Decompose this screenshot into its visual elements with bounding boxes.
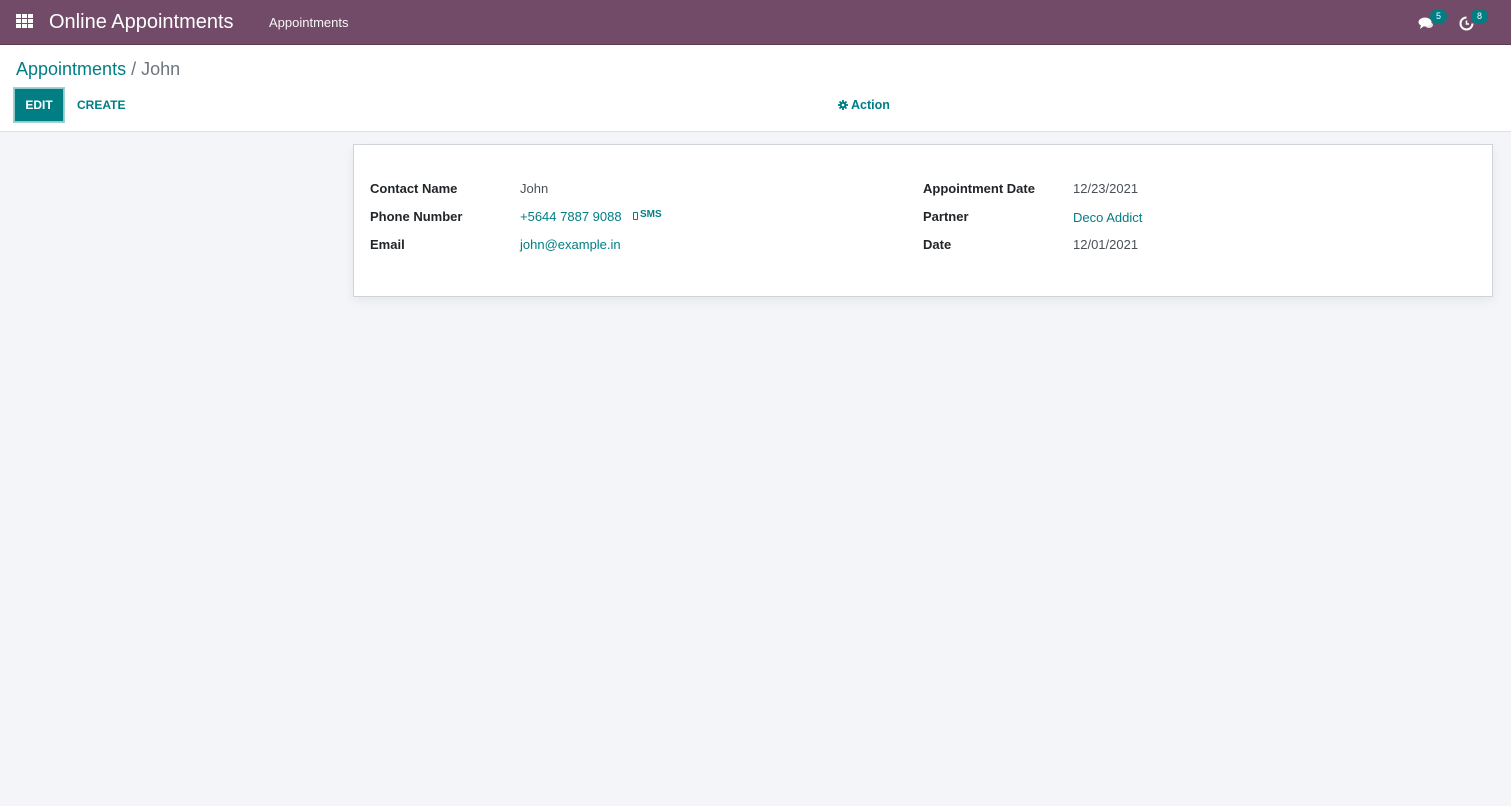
breadcrumb-separator: / — [131, 59, 137, 79]
sms-label: SMS — [640, 209, 662, 220]
email-link[interactable]: john@example.in — [520, 237, 621, 253]
apps-menu-icon[interactable] — [16, 14, 33, 29]
phone-number-link[interactable]: +5644 7887 9088 — [520, 209, 622, 225]
breadcrumb-current: John — [141, 59, 181, 79]
activities-button[interactable]: 8 — [1457, 9, 1488, 36]
app-title[interactable]: Online Appointments — [49, 10, 234, 34]
mobile-phone-icon — [633, 211, 638, 220]
contact-name-label: Contact Name — [370, 181, 458, 196]
edit-button[interactable]: EDIT — [14, 88, 64, 122]
action-dropdown-button[interactable]: Action — [838, 98, 890, 112]
messages-button[interactable]: 5 — [1416, 9, 1447, 36]
date-label: Date — [923, 237, 952, 252]
date-value: 12/01/2021 — [1073, 237, 1139, 252]
create-button[interactable]: CREATE — [77, 98, 125, 112]
appointment-date-value: 12/23/2021 — [1073, 181, 1139, 196]
appointment-date-label: Appointment Date — [923, 181, 1035, 196]
breadcrumb: Appointments / John — [16, 58, 180, 80]
partner-label: Partner — [923, 209, 969, 224]
gear-icon — [838, 100, 848, 110]
contact-name-value: John — [520, 181, 549, 196]
breadcrumb-parent-link[interactable]: Appointments — [16, 59, 126, 79]
send-sms-button[interactable]: SMS — [633, 209, 662, 221]
activities-count-badge: 8 — [1471, 9, 1488, 24]
partner-link[interactable]: Deco Addict — [1073, 210, 1142, 226]
email-label: Email — [370, 237, 405, 252]
phone-number-label: Phone Number — [370, 209, 463, 224]
menu-item-appointments[interactable]: Appointments — [269, 14, 349, 31]
action-label: Action — [851, 98, 890, 112]
form-sheet: Contact Name John Phone Number +5644 788… — [353, 144, 1493, 297]
control-panel: Appointments / John EDIT CREATE Action — [0, 45, 1511, 132]
top-navbar: Online Appointments Appointments 5 8 — [0, 0, 1511, 45]
messages-count-badge: 5 — [1430, 9, 1447, 24]
